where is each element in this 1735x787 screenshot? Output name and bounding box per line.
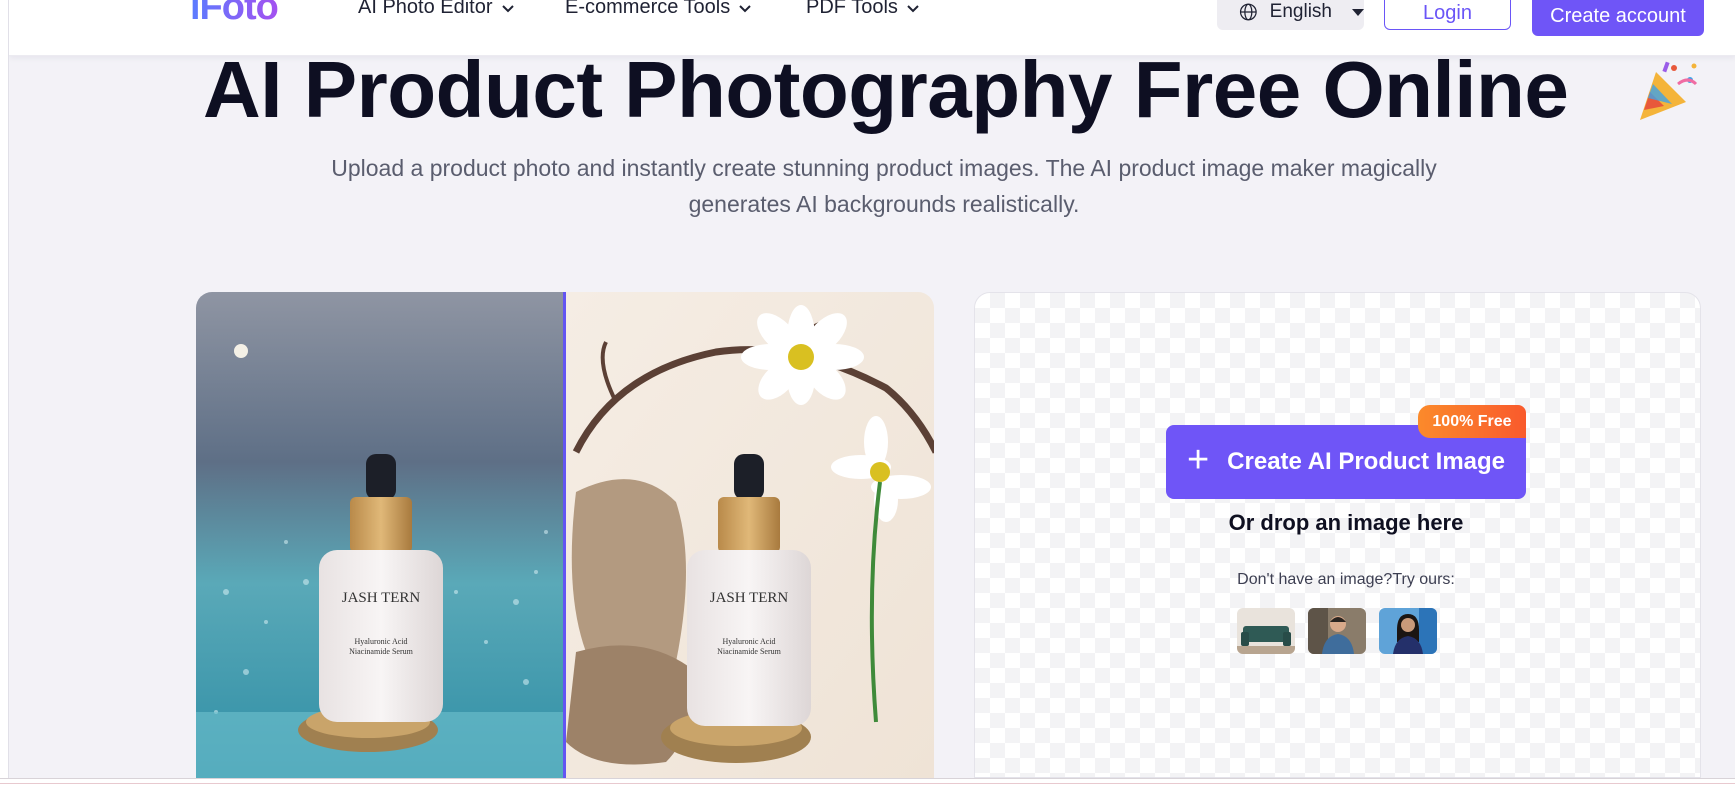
sample-image-woman[interactable] — [1379, 608, 1437, 654]
language-label: English — [1269, 1, 1332, 22]
nav-ai-photo-editor[interactable]: AI Photo Editor — [358, 0, 515, 19]
cta-label: Create AI Product Image — [1227, 448, 1506, 475]
plus-icon: + — [1186, 439, 1210, 481]
sofa-thumbnail — [1237, 608, 1295, 654]
bottle-brand: JASH TERN — [342, 590, 421, 606]
bottle-brand: JASH TERN — [710, 590, 789, 606]
nav-label: PDF Tools — [806, 0, 898, 18]
try-samples-label: Don't have an image?Try ours: — [1237, 571, 1455, 588]
ifoto-logo[interactable]: iFoto — [190, 0, 279, 29]
chevron-down-icon — [739, 4, 751, 12]
party-popper-icon — [1640, 61, 1698, 120]
drop-hint: Or drop an image here — [1228, 510, 1464, 535]
hero-subtitle: Upload a product photo and instantly cre… — [331, 155, 1437, 217]
bottle-line-1: Hyaluronic Acid — [354, 637, 407, 646]
bottle-line-1: Hyaluronic Acid — [722, 637, 775, 646]
before-after-comparison[interactable]: JASH TERN Hyaluronic Acid Niacinamide Se… — [196, 292, 934, 778]
bottle-line-2: Niacinamide Serum — [349, 647, 414, 656]
nav-label: AI Photo Editor — [358, 0, 493, 18]
page-viewport: iFoto AI Photo Editor E-commerce Tools P… — [8, 0, 1735, 778]
chevron-down-icon — [501, 4, 514, 12]
man-thumbnail — [1308, 608, 1366, 654]
language-selector[interactable]: English — [1217, 0, 1364, 30]
sample-image-sofa[interactable] — [1237, 608, 1295, 654]
bottle-line-2: Niacinamide Serum — [717, 647, 782, 656]
page-title: AI Product Photography Free Online — [203, 45, 1569, 134]
woman-thumbnail — [1379, 608, 1437, 654]
login-button[interactable]: Login — [1384, 0, 1511, 30]
caret-down-icon — [1352, 8, 1364, 16]
create-account-button[interactable]: Create account — [1532, 0, 1704, 36]
globe-icon — [1239, 3, 1257, 21]
nav-ecommerce-tools[interactable]: E-commerce Tools — [565, 0, 752, 19]
nav-pdf-tools[interactable]: PDF Tools — [806, 0, 920, 19]
free-badge: 100% Free — [1418, 405, 1526, 438]
comparison-slider-handle[interactable] — [563, 292, 566, 778]
sample-image-man[interactable] — [1308, 608, 1366, 654]
nav-label: E-commerce Tools — [565, 0, 731, 18]
chevron-down-icon — [907, 4, 919, 12]
